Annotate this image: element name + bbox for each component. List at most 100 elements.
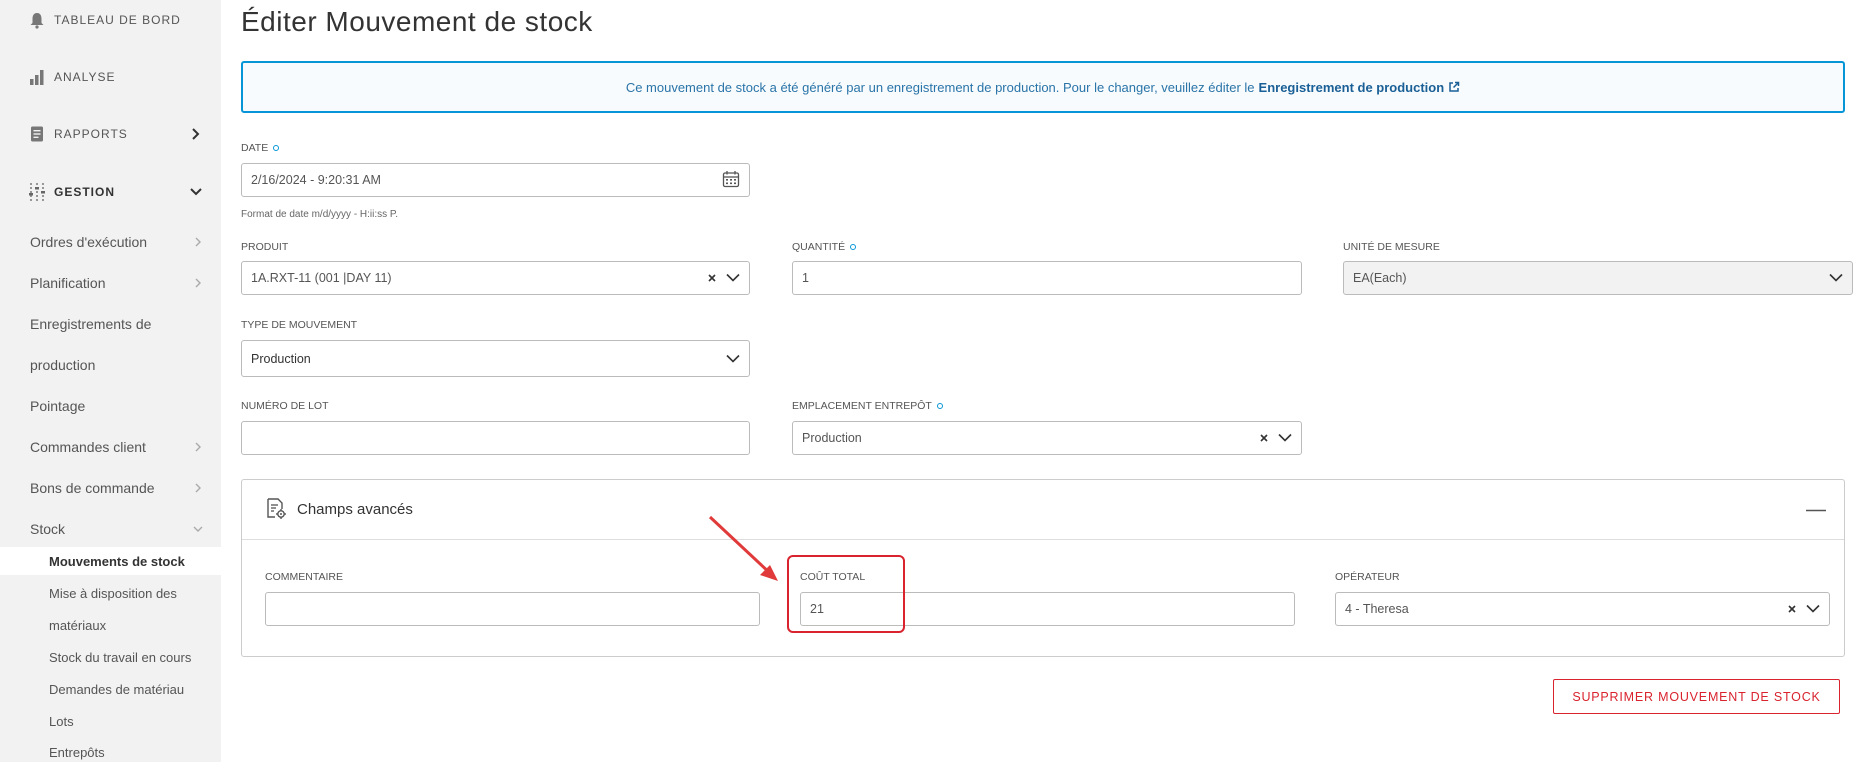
unit-label-text: UNITÉ DE MESURE [1343, 241, 1440, 253]
warehouse-label: EMPLACEMENT ENTREPÔT [792, 399, 943, 413]
page-title: Éditer Mouvement de stock [241, 6, 593, 37]
sidebar-item-lots[interactable]: Lots [49, 710, 221, 732]
quantity-input[interactable]: 1 [792, 261, 1302, 295]
sidebar-item-sales-orders[interactable]: Commandes client [30, 436, 205, 458]
production-record-link[interactable]: Enregistrement de production [1259, 80, 1445, 95]
sidebar-item-material-requests[interactable]: Demandes de matériau [49, 678, 221, 700]
info-banner-text: Ce mouvement de stock a été généré par u… [625, 79, 1255, 95]
warehouse-value: Production [802, 431, 862, 445]
sidebar-item-label: Stock du travail en cours [49, 649, 192, 665]
report-icon [26, 123, 48, 145]
sidebar-item-label: Lots [49, 713, 74, 729]
warehouse-label-text: EMPLACEMENT ENTREPÔT [792, 400, 932, 412]
highlight-box [787, 555, 905, 633]
chevron-right-icon [186, 125, 206, 143]
nav-dashboard[interactable]: TABLEAU DE BORD [26, 8, 181, 32]
sidebar-item-label: production [30, 357, 96, 373]
sidebar: TABLEAU DE BORD ANALYSE RAPPORTS GESTION… [0, 0, 221, 762]
quantity-label: QUANTITÉ [792, 240, 857, 254]
calendar-icon[interactable] [722, 170, 740, 191]
advanced-fields-header[interactable]: Champs avancés [242, 480, 1844, 540]
movement-type-value: Production [251, 351, 311, 366]
sidebar-item-production-records-cont[interactable]: production [30, 354, 205, 376]
chevron-down-icon [191, 521, 205, 537]
operator-select[interactable]: 4 - Theresa [1335, 592, 1830, 626]
required-indicator [850, 244, 857, 250]
date-label: DATE [241, 141, 280, 155]
sidebar-item-material-staging-cont[interactable]: matériaux [49, 614, 221, 636]
product-label-text: PRODUIT [241, 241, 289, 253]
clear-icon[interactable] [708, 271, 716, 285]
operator-label: OPÉRATEUR [1335, 570, 1400, 584]
date-label-text: DATE [241, 142, 269, 154]
date-value: 2/16/2024 - 9:20:31 AM [251, 173, 381, 187]
collapse-icon[interactable] [1806, 508, 1826, 512]
sidebar-item-warehouses[interactable]: Entrepôts [49, 741, 221, 762]
nav-reports[interactable]: RAPPORTS [26, 122, 200, 146]
sliders-icon [26, 181, 48, 203]
comment-input[interactable] [265, 592, 760, 626]
chevron-down-icon[interactable] [726, 271, 740, 285]
warehouse-select[interactable]: Production [792, 421, 1302, 455]
external-link-icon[interactable] [1448, 81, 1460, 93]
sidebar-item-production-records[interactable]: Enregistrements de [30, 313, 205, 335]
sidebar-item-material-staging[interactable]: Mise à disposition des [49, 582, 221, 604]
sidebar-item-label: matériaux [49, 617, 107, 633]
clear-icon[interactable] [1788, 602, 1796, 616]
info-banner: Ce mouvement de stock a été généré par u… [241, 61, 1845, 113]
sidebar-item-stock[interactable]: Stock [30, 518, 205, 540]
sidebar-item-label: Stock [30, 521, 66, 537]
sidebar-item-work-orders[interactable]: Ordres d'exécution [30, 231, 205, 253]
chevron-right-icon [191, 275, 205, 291]
sidebar-item-label: Mouvements de stock [49, 553, 185, 569]
comment-label-text: COMMENTAIRE [265, 571, 343, 583]
quantity-label-text: QUANTITÉ [792, 241, 846, 253]
movement-type-select[interactable]: Production [241, 340, 750, 377]
sidebar-item-stock-movements[interactable]: Mouvements de stock [49, 550, 221, 572]
sidebar-item-label: Enregistrements de [30, 316, 152, 332]
unit-select[interactable]: EA(Each) [1343, 261, 1853, 295]
sidebar-item-label: Pointage [30, 398, 86, 414]
sidebar-item-purchase-orders[interactable]: Bons de commande [30, 477, 205, 499]
product-label: PRODUIT [241, 240, 288, 254]
date-field[interactable]: 2/16/2024 - 9:20:31 AM [241, 163, 750, 197]
chevron-down-icon[interactable] [1278, 431, 1292, 445]
quantity-value: 1 [802, 271, 809, 285]
sidebar-item-time-tracking[interactable]: Pointage [30, 395, 205, 417]
nav-management[interactable]: GESTION [26, 180, 202, 204]
bar-chart-icon [26, 66, 48, 88]
operator-value: 4 - Theresa [1345, 602, 1409, 616]
nav-management-label: GESTION [54, 185, 116, 199]
settings-document-icon [264, 497, 288, 521]
operator-label-text: OPÉRATEUR [1335, 571, 1400, 583]
required-indicator [273, 145, 280, 151]
delete-stock-movement-button[interactable]: SUPPRIMER MOUVEMENT DE STOCK [1553, 679, 1840, 714]
chevron-down-icon[interactable] [726, 352, 740, 366]
chevron-down-icon[interactable] [1829, 271, 1843, 285]
lot-number-input[interactable] [241, 421, 750, 455]
unit-label: UNITÉ DE MESURE [1343, 240, 1440, 254]
nav-analytics-label: ANALYSE [54, 70, 116, 84]
chevron-down-icon [186, 183, 206, 201]
bell-icon [26, 9, 48, 31]
chevron-down-icon[interactable] [1806, 602, 1820, 616]
chevron-right-icon [191, 439, 205, 455]
clear-icon[interactable] [1260, 431, 1268, 445]
lot-number-label: NUMÉRO DE LOT [241, 399, 329, 413]
sidebar-item-label: Commandes client [30, 439, 146, 455]
chevron-right-icon [191, 234, 205, 250]
sidebar-item-planning[interactable]: Planification [30, 272, 205, 294]
sidebar-item-label: Ordres d'exécution [30, 234, 148, 250]
nav-analytics[interactable]: ANALYSE [26, 65, 115, 89]
unit-value: EA(Each) [1353, 271, 1407, 285]
product-select[interactable]: 1A.RXT-11 (001 |DAY 11) [241, 261, 750, 295]
sidebar-item-wip-stock[interactable]: Stock du travail en cours [49, 646, 221, 668]
nav-dashboard-label: TABLEAU DE BORD [54, 13, 181, 27]
nav-reports-label: RAPPORTS [54, 127, 128, 141]
product-value: 1A.RXT-11 (001 |DAY 11) [251, 271, 392, 285]
sidebar-item-label: Mise à disposition des [49, 585, 177, 601]
sidebar-item-label: Entrepôts [49, 744, 105, 760]
annotation-arrow-icon [708, 515, 778, 581]
lot-number-label-text: NUMÉRO DE LOT [241, 400, 329, 412]
movement-type-label: TYPE DE MOUVEMENT [241, 318, 357, 332]
